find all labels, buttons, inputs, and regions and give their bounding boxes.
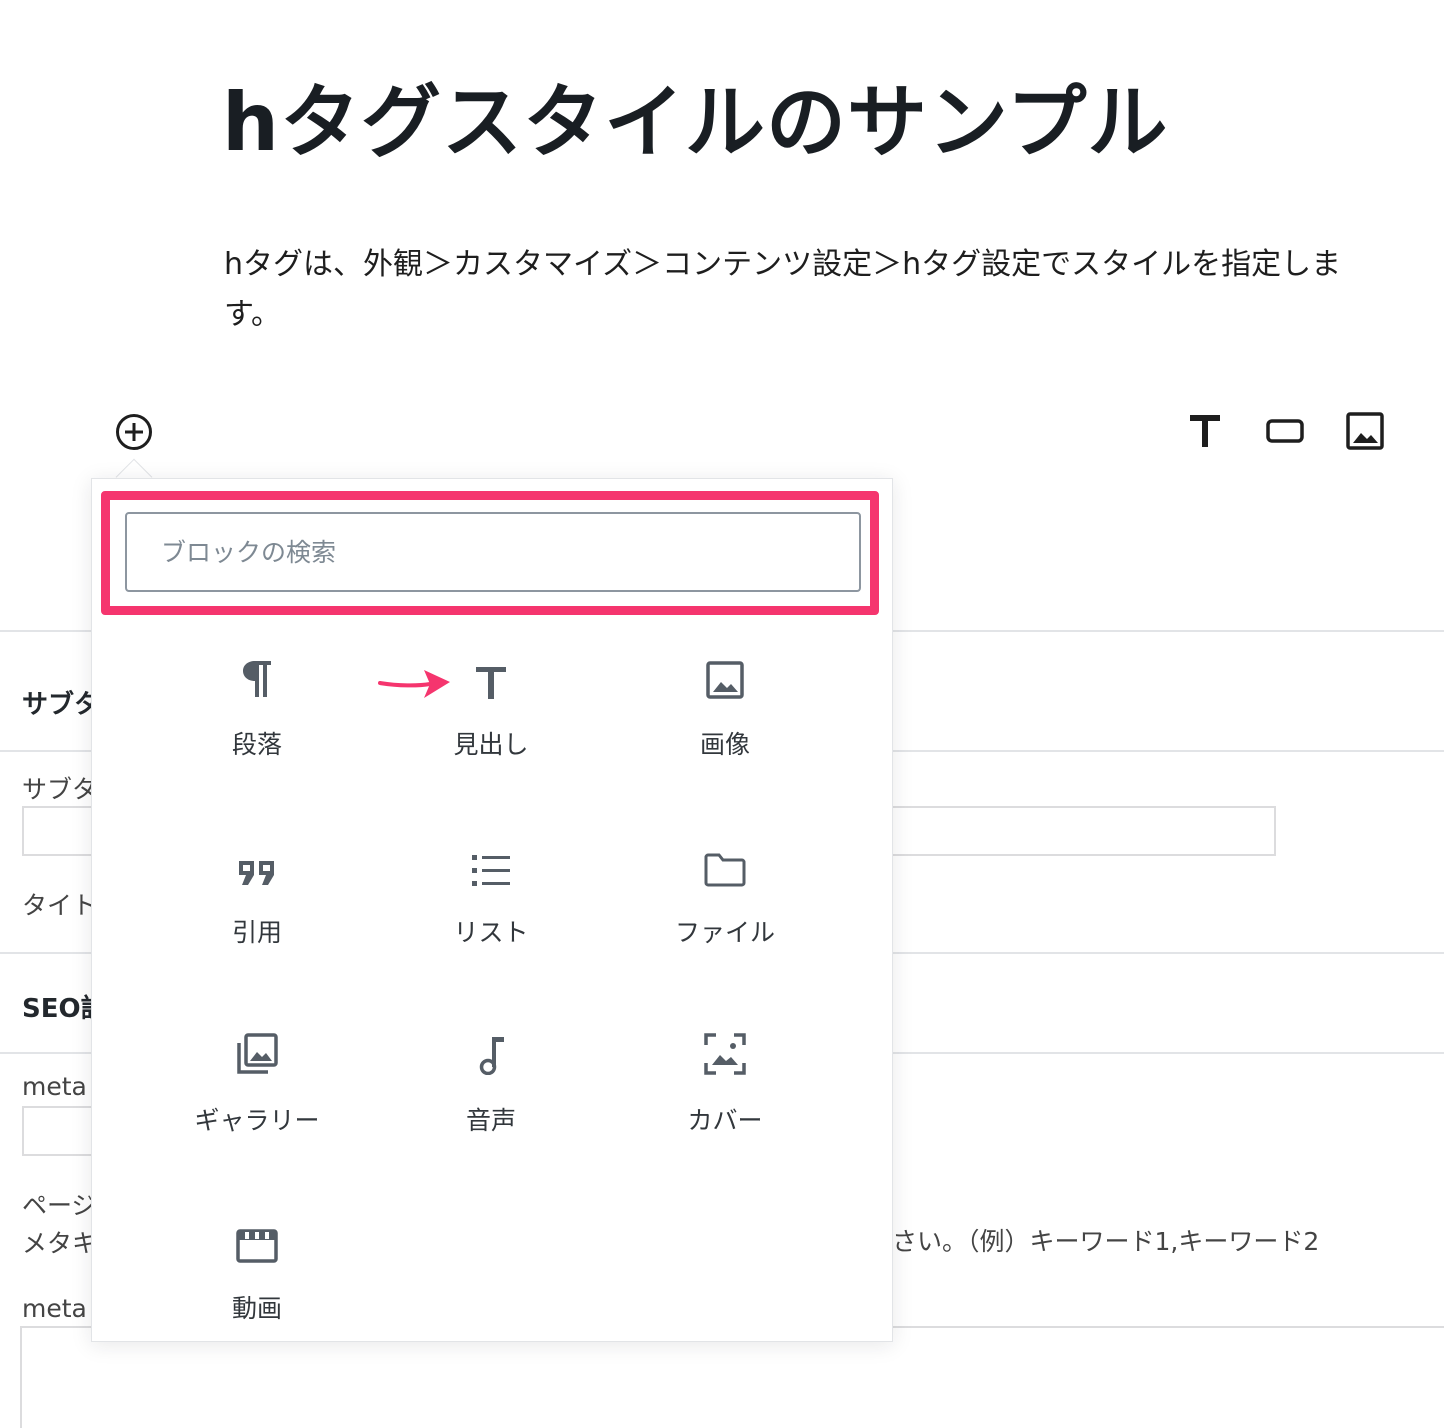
block-inserter-popover: 段落 見出し 画像 — [91, 478, 893, 1342]
image-icon — [706, 661, 744, 699]
paragraph-block[interactable]: hタグは、外観＞カスタマイズ＞コンテンツ設定＞hタグ設定でスタイルを指定します。 — [224, 240, 1394, 340]
paragraph-icon — [243, 661, 271, 697]
quote-icon — [239, 861, 274, 885]
heading-icon — [476, 667, 506, 699]
add-image-button[interactable] — [1344, 408, 1386, 454]
image-icon — [1346, 412, 1384, 450]
block-label: 音声 — [465, 1106, 516, 1135]
heading-icon — [1190, 415, 1220, 447]
folder-icon — [704, 853, 746, 887]
gallery-icon — [237, 1033, 278, 1074]
block-label: 段落 — [231, 730, 282, 759]
block-label: 画像 — [699, 730, 750, 759]
block-label: ギャラリー — [194, 1106, 320, 1135]
meta-keywords-hint: さい。（例）キーワード1,キーワード2 — [892, 1227, 1320, 1256]
add-button-block-button[interactable] — [1264, 408, 1306, 454]
block-search-input[interactable] — [125, 512, 861, 592]
block-item-list[interactable]: リスト — [374, 817, 608, 1005]
block-item-image[interactable]: 画像 — [608, 629, 842, 817]
block-label: カバー — [687, 1106, 763, 1135]
cover-icon — [704, 1033, 746, 1075]
block-label: 動画 — [231, 1294, 282, 1323]
block-item-cover[interactable]: カバー — [608, 1005, 842, 1193]
block-item-gallery[interactable]: ギャラリー — [140, 1005, 374, 1193]
block-inserter-toggle[interactable] — [113, 411, 155, 453]
block-label: ファイル — [674, 918, 775, 947]
meta-keywords-label: メタキ — [22, 1229, 98, 1258]
block-item-audio[interactable]: 音声 — [374, 1005, 608, 1193]
page-label: ページ — [22, 1191, 97, 1220]
meta-description-label: meta — [22, 1294, 87, 1323]
plus-circle-icon — [116, 414, 152, 450]
block-label: 引用 — [231, 918, 282, 947]
meta-title-label: meta — [22, 1072, 87, 1101]
block-label: リスト — [453, 918, 529, 947]
block-item-heading[interactable]: 見出し — [374, 629, 608, 817]
list-icon — [472, 855, 510, 886]
block-item-file[interactable]: ファイル — [608, 817, 842, 1005]
annotation-arrow-icon — [378, 670, 450, 698]
block-item-quote[interactable]: 引用 — [140, 817, 374, 1005]
button-icon — [1266, 419, 1304, 443]
block-item-video[interactable]: 動画 — [140, 1193, 374, 1381]
add-heading-button[interactable] — [1184, 408, 1226, 454]
block-item-paragraph[interactable]: 段落 — [140, 629, 374, 817]
subtitle-box-heading[interactable]: サブタ — [22, 684, 100, 721]
title-label: タイト — [22, 891, 98, 920]
subtitle-label: サブタ — [22, 775, 98, 804]
quick-inserter-tools — [1184, 408, 1386, 454]
post-title[interactable]: hタグスタイルのサンプル — [222, 58, 1169, 174]
block-label: 見出し — [453, 730, 529, 759]
audio-icon — [479, 1037, 504, 1075]
video-icon — [236, 1229, 278, 1263]
